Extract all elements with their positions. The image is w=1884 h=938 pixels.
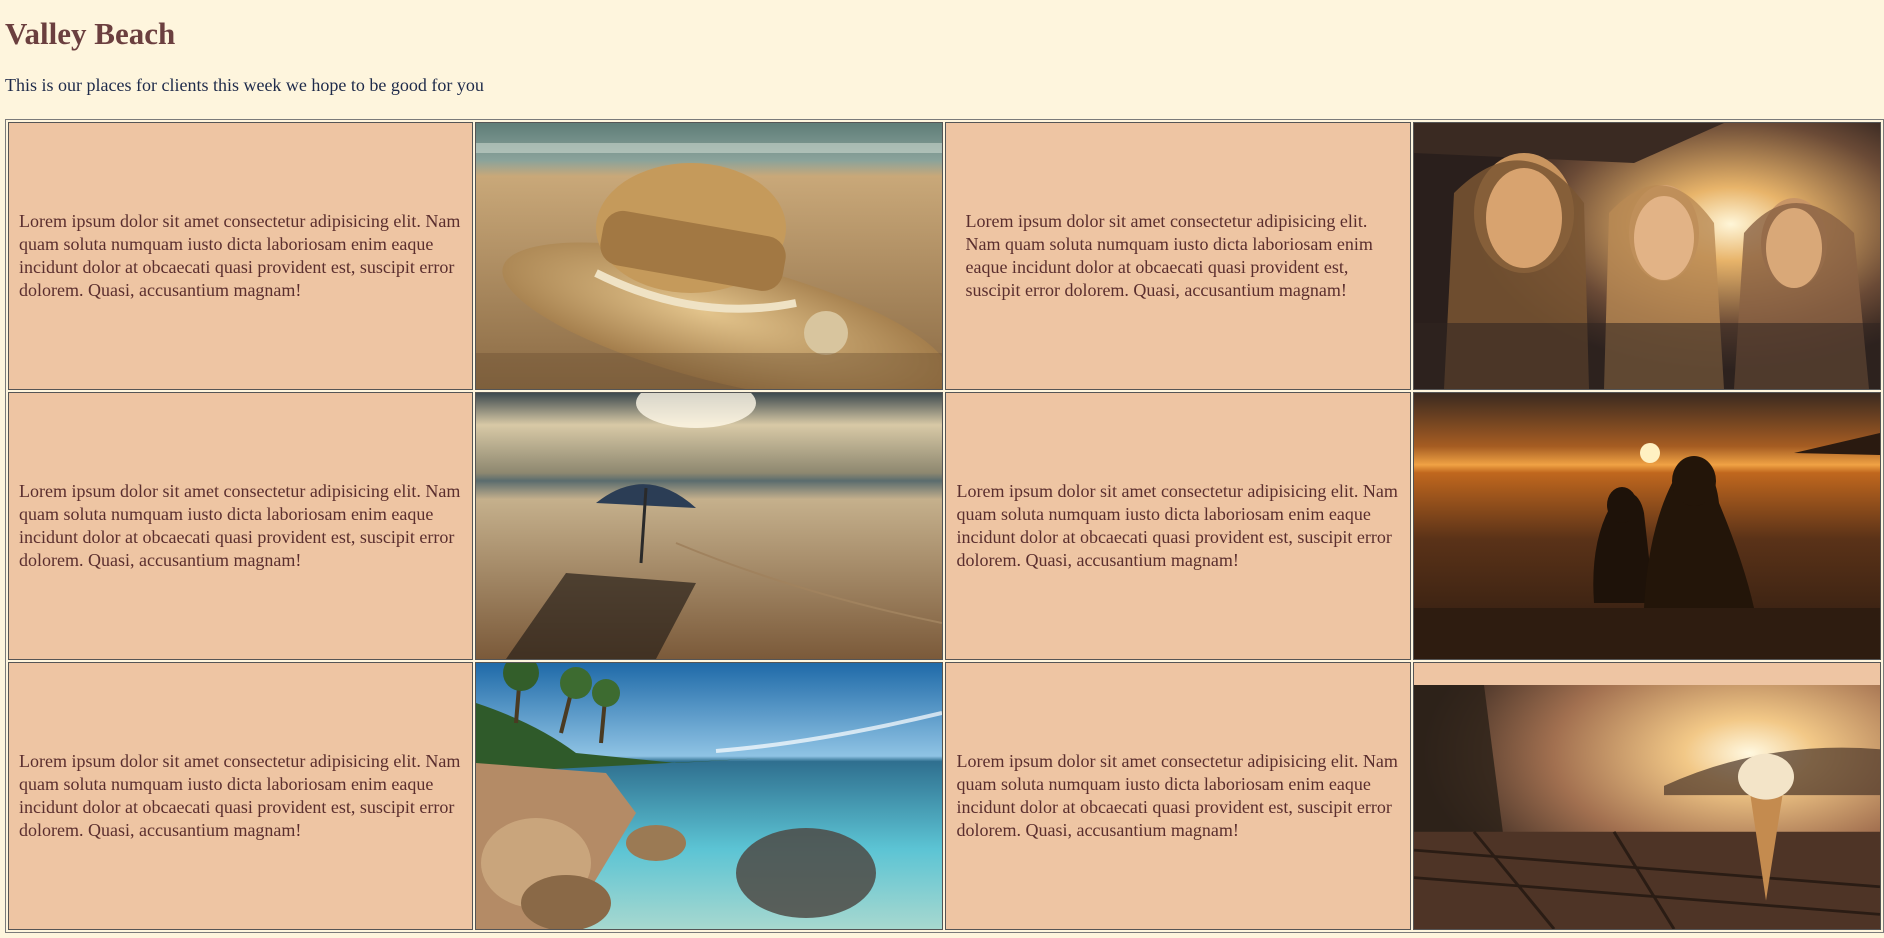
places-grid: Lorem ipsum dolor sit amet consectetur a… xyxy=(5,119,1884,933)
page-title: Valley Beach xyxy=(5,16,176,51)
text-cell: Lorem ipsum dolor sit amet consectetur a… xyxy=(945,392,1411,660)
umbrella-beach-image xyxy=(476,393,943,659)
image-cell-women xyxy=(1412,122,1881,390)
table-row: Lorem ipsum dolor sit amet consectetur a… xyxy=(8,392,1881,660)
text-cell: Lorem ipsum dolor sit amet consectetur a… xyxy=(945,662,1411,930)
image-cell-ice-cream xyxy=(1412,662,1881,930)
cell-text: Lorem ipsum dolor sit amet consectetur a… xyxy=(19,481,461,570)
cell-text: Lorem ipsum dolor sit amet consectetur a… xyxy=(965,211,1373,300)
tropical-lagoon-image xyxy=(476,663,943,929)
cell-text: Lorem ipsum dolor sit amet consectetur a… xyxy=(956,751,1398,840)
image-cell-umbrella xyxy=(475,392,944,660)
table-row: Lorem ipsum dolor sit amet consectetur a… xyxy=(8,662,1881,930)
text-cell: Lorem ipsum dolor sit amet consectetur a… xyxy=(8,392,474,660)
straw-hat-image xyxy=(476,123,943,389)
cell-text: Lorem ipsum dolor sit amet consectetur a… xyxy=(19,211,461,300)
cell-text: Lorem ipsum dolor sit amet consectetur a… xyxy=(956,481,1398,570)
ice-cream-pier-image xyxy=(1413,685,1880,929)
table-row: Lorem ipsum dolor sit amet consectetur a… xyxy=(8,122,1881,390)
page-subtitle: This is our places for clients this week… xyxy=(5,75,484,95)
text-cell: Lorem ipsum dolor sit amet consectetur a… xyxy=(8,662,474,930)
image-cell-mother-child xyxy=(1412,392,1881,660)
mother-child-sunset-image xyxy=(1413,393,1880,659)
image-cell-straw-hat xyxy=(475,122,944,390)
image-cell-lagoon xyxy=(475,662,944,930)
women-sunset-image xyxy=(1413,123,1880,389)
text-cell: Lorem ipsum dolor sit amet consectetur a… xyxy=(945,122,1411,390)
cell-text: Lorem ipsum dolor sit amet consectetur a… xyxy=(19,751,461,840)
text-cell: Lorem ipsum dolor sit amet consectetur a… xyxy=(8,122,474,390)
